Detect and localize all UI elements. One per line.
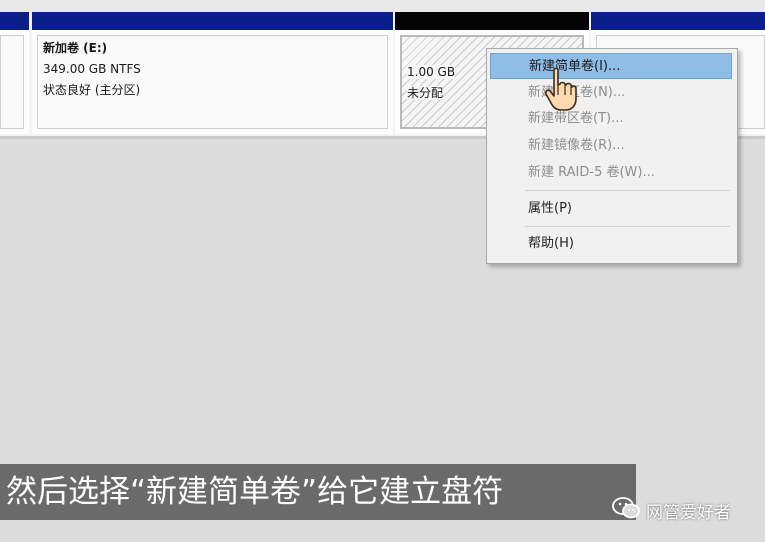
wechat-icon <box>612 497 640 519</box>
volume-status: 未分配 <box>407 86 444 100</box>
watermark-text: 网管爱好者 <box>646 503 731 523</box>
top-strip <box>0 0 765 12</box>
volume-status: 状态良好 (主分区) <box>43 83 141 97</box>
hand-pointer-icon <box>545 67 577 111</box>
menu-item-new-mirrored-volume[interactable]: 新建镜像卷(R)... <box>490 133 732 159</box>
menu-item-new-striped-volume[interactable]: 新建带区卷(T)... <box>490 106 732 132</box>
volume-name: 新加卷 (E:) <box>43 41 108 55</box>
menu-item-new-simple-volume[interactable]: 新建简单卷(I)... <box>490 53 732 79</box>
menu-item-new-spanned-volume[interactable]: 新建跨区卷(N)... <box>490 80 732 106</box>
volume-bar <box>0 12 29 30</box>
menu-item-new-raid5-volume[interactable]: 新建 RAID-5 卷(W)... <box>490 160 732 186</box>
volume-bar <box>591 12 765 30</box>
volume-bar <box>395 12 589 30</box>
menu-item-help[interactable]: 帮助(H) <box>490 231 732 257</box>
volume-size: 349.00 GB NTFS <box>43 62 141 76</box>
volume-bar <box>32 12 393 30</box>
menu-separator <box>525 226 730 227</box>
volume-e[interactable]: 新加卷 (E:) 349.00 GB NTFS 状态良好 (主分区) <box>32 12 393 134</box>
watermark: 网管爱好者 <box>612 490 752 528</box>
context-menu: 新建简单卷(I)... 新建跨区卷(N)... 新建带区卷(T)... 新建镜像… <box>486 48 738 264</box>
volume-body: 新加卷 (E:) 349.00 GB NTFS 状态良好 (主分区) <box>37 35 388 129</box>
volume-partial-left[interactable] <box>0 12 29 134</box>
volume-size: 1.00 GB <box>407 65 456 79</box>
volume-body <box>0 35 24 129</box>
video-subtitle: 然后选择“新建简单卷”给它建立盘符 <box>0 464 636 520</box>
menu-item-properties[interactable]: 属性(P) <box>490 196 732 222</box>
menu-separator <box>525 190 730 191</box>
